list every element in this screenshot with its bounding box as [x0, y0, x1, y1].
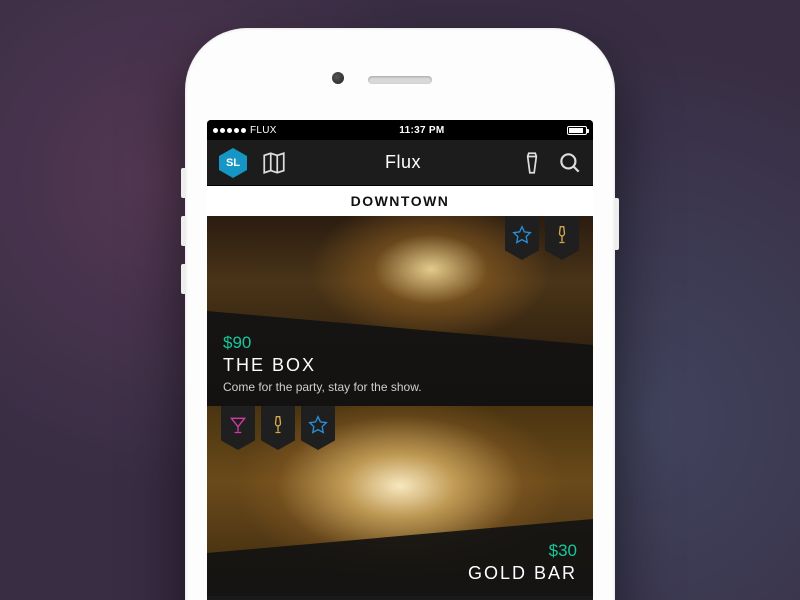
- shaker-icon[interactable]: [519, 150, 545, 176]
- phone-speaker: [368, 76, 432, 84]
- nav-bar: SL Flux: [207, 140, 593, 186]
- cocktail-icon[interactable]: [221, 406, 255, 450]
- badge-row: [505, 216, 579, 260]
- profile-badge[interactable]: SL: [217, 147, 249, 179]
- battery-icon: [567, 126, 587, 135]
- venue-feed[interactable]: $90THE BOXCome for the party, stay for t…: [207, 216, 593, 596]
- profile-initials: SL: [226, 157, 240, 169]
- map-icon[interactable]: [261, 150, 287, 176]
- star-icon[interactable]: [301, 406, 335, 450]
- signal-dots-icon: [213, 128, 246, 133]
- search-icon[interactable]: [557, 150, 583, 176]
- champagne-icon[interactable]: [261, 406, 295, 450]
- star-icon[interactable]: [505, 216, 539, 260]
- app-screen: FLUX 11:37 PM SL Flux: [207, 120, 593, 600]
- phone-frame: FLUX 11:37 PM SL Flux: [185, 28, 615, 600]
- section-label: DOWNTOWN: [351, 193, 450, 209]
- venue-card[interactable]: $30GOLD BAR: [207, 406, 593, 596]
- venue-name: THE BOX: [223, 355, 577, 376]
- clock-label: 11:37 PM: [277, 125, 567, 136]
- venue-name: GOLD BAR: [223, 563, 577, 584]
- badge-row: [221, 406, 335, 450]
- section-header: DOWNTOWN: [207, 186, 593, 216]
- status-bar: FLUX 11:37 PM: [207, 120, 593, 140]
- app-title: Flux: [299, 152, 507, 173]
- venue-card[interactable]: $90THE BOXCome for the party, stay for t…: [207, 216, 593, 406]
- carrier-label: FLUX: [250, 125, 277, 136]
- phone-camera: [332, 72, 344, 84]
- champagne-icon[interactable]: [545, 216, 579, 260]
- venue-tagline: Come for the party, stay for the show.: [223, 380, 577, 394]
